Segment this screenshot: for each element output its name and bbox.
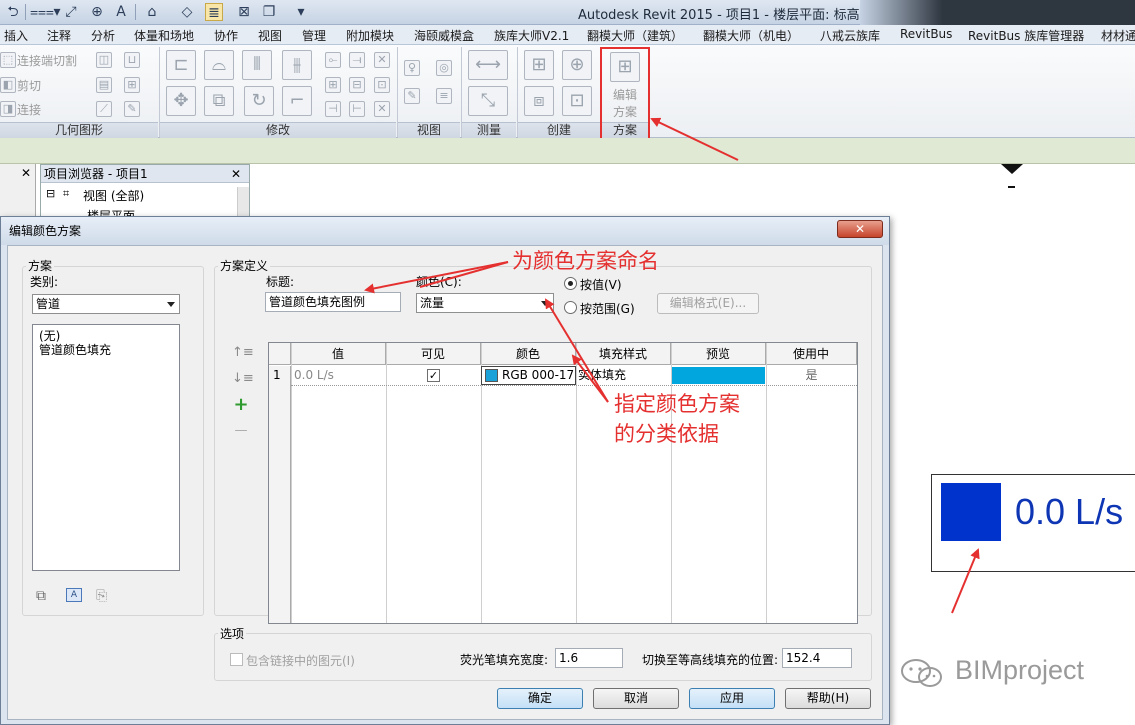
watermark-text: BIMproject	[955, 655, 1085, 685]
arrow-to-title-input	[364, 261, 509, 294]
annotation-arrows	[364, 117, 980, 614]
arrow-to-title-branch	[419, 261, 509, 288]
arrow-to-edit-scheme	[650, 117, 739, 161]
arrow-to-color-cell	[571, 354, 609, 403]
arrow-to-legend	[951, 548, 980, 614]
arrow-to-color-select	[544, 298, 609, 403]
wechat-icon	[901, 659, 942, 687]
